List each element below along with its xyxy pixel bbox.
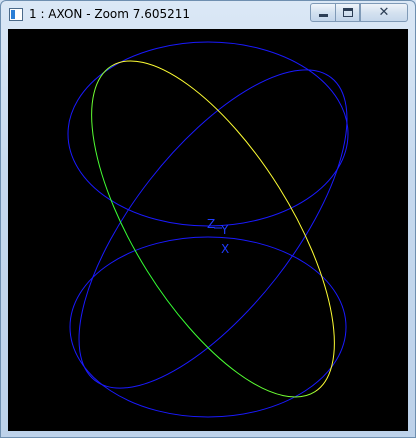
maximize-icon: [343, 8, 353, 17]
title-bar[interactable]: 1 : AXON - Zoom 7.605211 ✕: [1, 1, 415, 29]
axis-label-y: Y: [220, 223, 229, 237]
close-icon: ✕: [378, 5, 390, 20]
axis-triad: Z Y X: [207, 217, 229, 256]
maximize-button[interactable]: [335, 3, 360, 22]
minimize-icon: [319, 14, 328, 17]
window-title: 1 : AXON - Zoom 7.605211: [29, 7, 191, 21]
viewport-canvas[interactable]: Z Y X: [8, 29, 408, 431]
wire-ellipse-bottom: [69, 236, 347, 418]
close-button[interactable]: ✕: [360, 3, 408, 22]
minimize-button[interactable]: [310, 3, 336, 22]
axis-label-z: Z: [207, 217, 215, 231]
app-window: 1 : AXON - Zoom 7.605211 ✕ Z Y X: [0, 0, 416, 438]
wireframe-view: Z Y X: [67, 41, 349, 418]
app-icon[interactable]: [9, 8, 23, 21]
axis-label-x: X: [221, 242, 229, 256]
